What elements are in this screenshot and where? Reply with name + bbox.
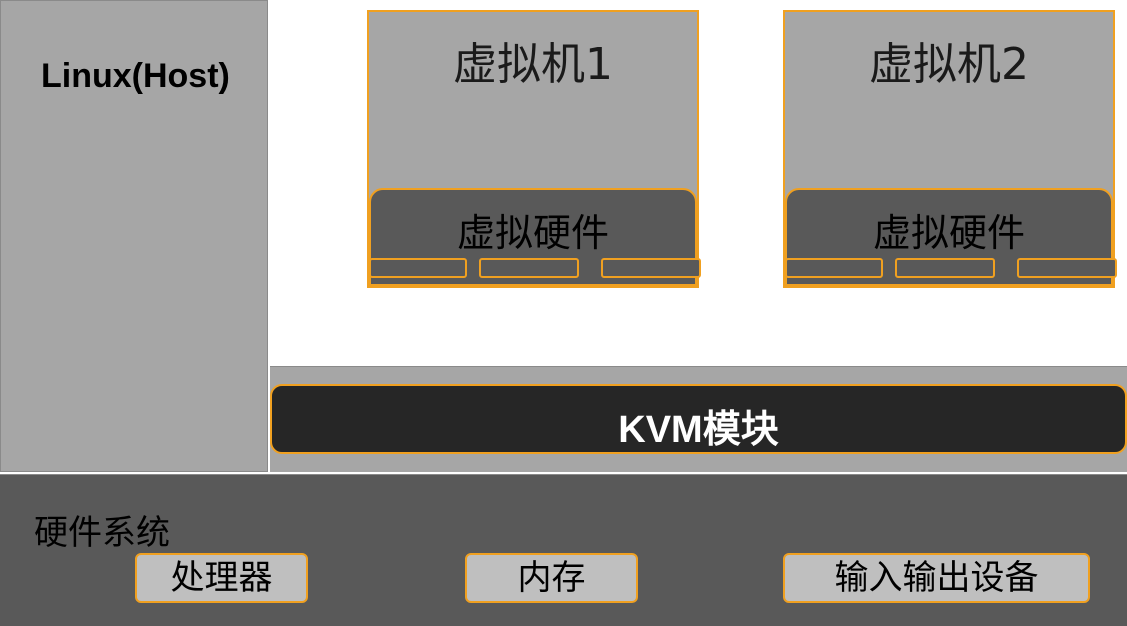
kvm-module-label: KVM模块 [618, 409, 779, 451]
host-title: Linux(Host) [41, 57, 230, 95]
virtual-hardware-panel: 虚拟硬件 [785, 188, 1117, 286]
host-layer: Linux(Host) [0, 0, 268, 472]
virtual-device-slot [785, 258, 883, 278]
virtual-device-slot [479, 258, 579, 278]
kvm-module: KVM模块 [270, 384, 1127, 454]
hardware-item-cpu: 处理器 [135, 553, 308, 603]
virtual-hardware-label: 虚拟硬件 [872, 211, 1025, 255]
virtual-device-slot [895, 258, 995, 278]
hardware-system-layer: 硬件系统 处理器 内存 输入输出设备 [0, 474, 1127, 626]
virtual-hardware-panel: 虚拟硬件 [369, 188, 701, 286]
virtual-hardware-label: 虚拟硬件 [456, 211, 609, 255]
vm-title: 虚拟机2 [869, 39, 1029, 90]
virtual-device-slot [601, 258, 701, 278]
virtual-device-slot [1017, 258, 1117, 278]
vm-box-2: 虚拟机2 虚拟硬件 [783, 10, 1117, 288]
vm-title: 虚拟机1 [453, 39, 613, 90]
hardware-system-title: 硬件系统 [34, 513, 170, 553]
vm-box-1: 虚拟机1 虚拟硬件 [367, 10, 701, 288]
virtual-device-slot [369, 258, 467, 278]
hardware-item-memory: 内存 [465, 553, 638, 603]
hardware-item-io: 输入输出设备 [783, 553, 1090, 603]
